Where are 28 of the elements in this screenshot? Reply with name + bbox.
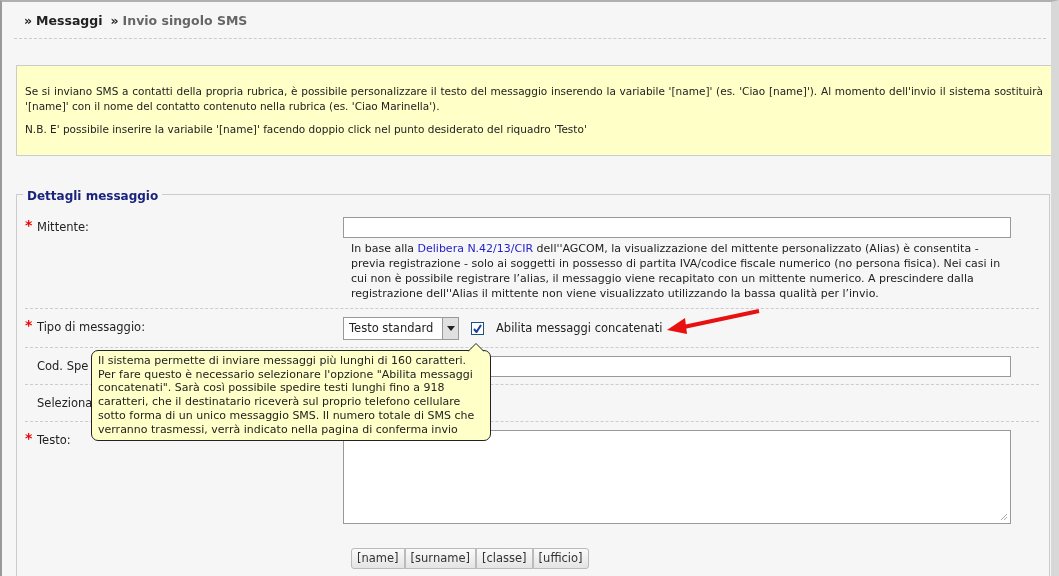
text-input[interactable]: [343, 216, 1011, 238]
delibera-link[interactable]: Delibera N.42/13/CIR: [417, 241, 534, 255]
tooltip: Il sistema permette di inviare messaggi più lunghi di 160 caratteri. Per fare questo è necessario selezionare l'opzione "Abilita messaggi concatenati". Sarà così possibile spedire testi lunghi fino a 918 caratteri, che il destinatario riceverà sul proprio telefono cellulare sotto forma di un unico messaggio SMS. Il numero totale di SMS che verranno trasmessi, verrà indicato nella pagina di conferma invio: [91, 349, 491, 441]
checkbox[interactable]: [471, 321, 484, 335]
breadcrumb-current: Invio singolo SMS: [122, 13, 248, 28]
checkbox-label: Abilita messaggi concatenati: [496, 319, 663, 337]
required-asterisk: *: [25, 431, 33, 448]
variable-button[interactable]: [ufficio]: [532, 547, 589, 569]
info-paragraph: N.B. E' possibile inserire la variabile '[name]' facendo doppio click nel punto desiderato del riquadro 'Testo': [25, 121, 588, 137]
tooltip-pointer: [468, 342, 484, 352]
breadcrumb-separator: »: [24, 13, 33, 28]
resize-grip-icon: [1000, 512, 1008, 521]
field-note: In base alla Delibera N.42/13/CIR dell''AGCOM, la visualizzazione del mittente personalizzato (Alias) è consentita - previa registrazione - solo ai soggetti in possesso di partita IVA/codice fiscale numerico (no persona fisica). Nei casi in cui non è possibile registrare l’alias, il messaggio viene recapitato con un mittente numerico. A prescindere dalla registrazione dell''Alias il mittente non viene visualizzato utilizzando la bassa qualità per l’invio.: [350, 240, 1002, 301]
caret-icon: [446, 325, 455, 331]
info-paragraph: Se si inviano SMS a contatti della propria rubrica, è possibile personalizzare il testo del messaggio inserendo la variabile '[name]' (es. 'Ciao [name]'). Al momento dell'invio il sistema sostituirà '[name]' con il nome del contatto contenuto nella rubrica (es. 'Ciao Marinella').: [25, 83, 1043, 114]
variable-button[interactable]: [classe]: [476, 547, 533, 569]
required-asterisk: *: [25, 218, 33, 235]
variable-button[interactable]: [name]: [351, 547, 405, 569]
field-label: Mittente:: [37, 218, 89, 236]
breadcrumb-link[interactable]: Messaggi: [36, 13, 103, 28]
variable-button[interactable]: [surname]: [404, 547, 476, 569]
breadcrumb-separator: »: [110, 13, 119, 28]
message-type-select[interactable]: Testo standard: [343, 316, 459, 340]
field-label: Seleziona: [37, 394, 93, 412]
field-label: Cod. Spe: [37, 357, 89, 375]
required-asterisk: *: [25, 318, 33, 335]
field-label: Testo:: [37, 431, 71, 449]
field-label: Tipo di messaggio:: [37, 318, 146, 336]
